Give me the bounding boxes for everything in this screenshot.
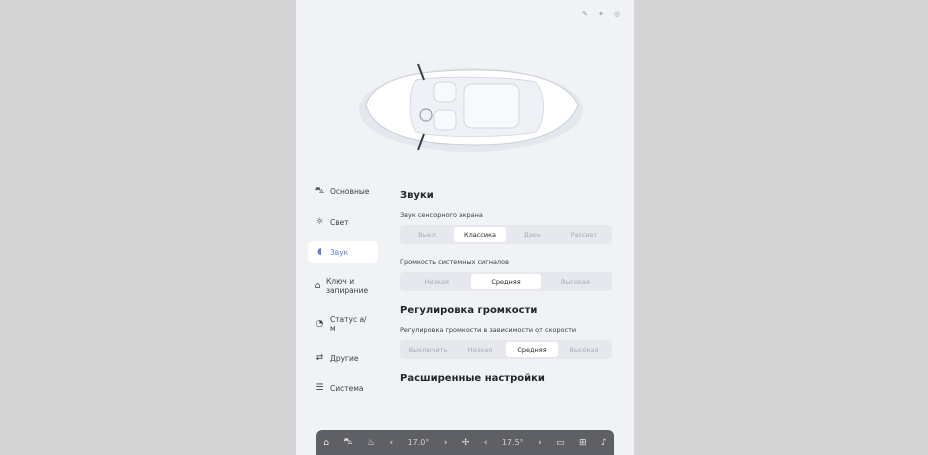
sidebar-item-other[interactable]: ⇄ Другие — [308, 347, 378, 369]
home-icon[interactable]: ⌂ — [323, 438, 329, 448]
speed-option-low[interactable]: Низкая — [454, 342, 506, 357]
sidebar-item-label: Статус а/м — [329, 315, 367, 333]
temp-left-value[interactable]: 17.0° — [408, 438, 430, 447]
system-option-low[interactable]: Низкая — [402, 274, 471, 289]
sidebar-item-system[interactable]: ☰ Система — [308, 377, 378, 399]
system-option-medium[interactable]: Средняя — [471, 274, 541, 289]
visibility-icon: ◎ — [613, 10, 620, 18]
touch-sound-selector: Выкл. Классика Дзен Рассвет — [400, 225, 612, 244]
other-icon: ⇄ — [315, 353, 324, 363]
bluetooth-icon: ✦ — [598, 10, 604, 18]
system-volume-label: Громкость системных сигналов — [400, 258, 509, 266]
defrost-icon[interactable]: ▭ — [556, 438, 565, 448]
sidebar: ⛍ Основные ☼ Свет ◖ Звук ⌂ Ключ и запира… — [308, 180, 378, 407]
sound-icon: ◖ — [317, 247, 322, 257]
temp-right-decrease-icon[interactable]: ‹ — [484, 438, 488, 448]
speed-option-off[interactable]: Выключить — [402, 342, 454, 357]
sound-settings: Звуки Звук сенсорного экрана Выкл. Класс… — [400, 186, 612, 394]
temp-left-increase-icon[interactable]: › — [444, 438, 448, 448]
car-icon: ⛍ — [314, 186, 325, 196]
settings-screen: ✎ ✦ ◎ ⛍ Основные ☼ Свет ◖ Звук ⌂ Ключ и … — [296, 0, 634, 455]
edit-icon: ✎ — [582, 10, 589, 18]
touch-option-off[interactable]: Выкл. — [402, 227, 454, 242]
lock-icon: ⌂ — [314, 281, 321, 291]
sidebar-item-label: Ключ и запирание — [325, 277, 369, 295]
fan-icon[interactable]: ✢ — [462, 438, 470, 448]
car-icon[interactable]: ⛍ — [343, 437, 352, 448]
seat-heat-icon[interactable]: ♨ — [367, 438, 375, 448]
climate-dock: ⌂ ⛍ ♨ ‹ 17.0° › ✢ ‹ 17.5° › ▭ ⊞ ♪ — [316, 430, 614, 455]
sidebar-item-label: Свет — [330, 217, 349, 227]
touch-option-dawn[interactable]: Рассвет — [558, 227, 610, 242]
sidebar-item-label: Звук — [330, 247, 349, 257]
sidebar-item-label: Основные — [330, 187, 370, 196]
sidebar-item-status[interactable]: ◔ Статус а/м — [308, 309, 378, 339]
speed-volume-selector: Выключить Низкая Средняя Высокая — [400, 340, 612, 359]
system-volume-selector: Низкая Средняя Высокая — [400, 272, 612, 291]
car-illustration — [359, 63, 583, 152]
sidebar-item-label: Система — [330, 383, 364, 393]
speed-option-high[interactable]: Высокая — [558, 342, 610, 357]
apps-icon[interactable]: ⊞ — [579, 438, 587, 448]
temp-right-value[interactable]: 17.5° — [502, 438, 524, 447]
sidebar-item-key-lock[interactable]: ⌂ Ключ и запирание — [308, 271, 378, 301]
section-title-advanced: Расширенные настройки — [400, 373, 545, 384]
sidebar-item-general[interactable]: ⛍ Основные — [308, 180, 378, 203]
light-icon: ☼ — [315, 217, 324, 227]
sidebar-item-light[interactable]: ☼ Свет — [308, 211, 378, 233]
temp-right-increase-icon[interactable]: › — [538, 438, 542, 448]
system-icon: ☰ — [315, 383, 324, 393]
section-title-volume: Регулировка громкости — [400, 305, 538, 316]
section-title-sounds: Звуки — [400, 190, 434, 201]
status-bar: ✎ ✦ ◎ — [582, 10, 620, 18]
speed-volume-label: Регулировка громкости в зависимости от с… — [400, 326, 577, 334]
speed-option-medium[interactable]: Средняя — [506, 342, 558, 357]
touch-sound-label: Звук сенсорного экрана — [400, 211, 483, 219]
touch-option-classic[interactable]: Классика — [454, 227, 506, 242]
sidebar-item-label: Другие — [330, 353, 359, 363]
temp-left-decrease-icon[interactable]: ‹ — [390, 438, 394, 448]
status-icon: ◔ — [315, 319, 324, 329]
system-option-high[interactable]: Высокая — [541, 274, 610, 289]
touch-option-zen[interactable]: Дзен — [506, 227, 558, 242]
music-icon[interactable]: ♪ — [601, 438, 607, 448]
sidebar-item-sound[interactable]: ◖ Звук — [308, 241, 378, 263]
